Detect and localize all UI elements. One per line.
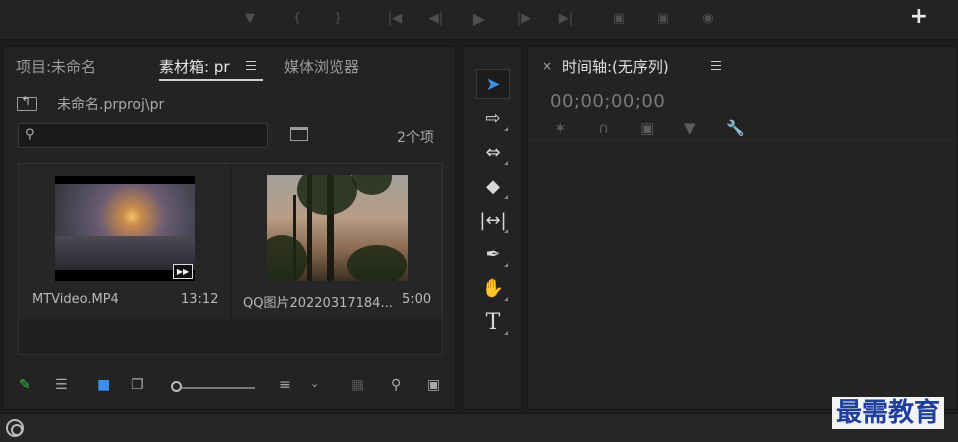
timeline-divider — [528, 139, 957, 140]
step-back-icon[interactable]: ◀| — [426, 10, 446, 26]
overwrite-icon[interactable]: ▣ — [653, 10, 673, 26]
list-view-icon[interactable]: ☰ — [55, 377, 68, 393]
type-tool-icon[interactable]: T — [476, 307, 510, 337]
zoom-slider-knob[interactable] — [171, 381, 182, 392]
wrench-icon[interactable]: 🔧 — [726, 119, 745, 137]
hand-tool-icon[interactable]: ✋ — [476, 273, 510, 303]
search-input[interactable]: ⚲ — [18, 123, 268, 148]
zoom-slider[interactable] — [182, 387, 255, 389]
go-to-out-icon[interactable]: ▶| — [556, 10, 576, 26]
video-audio-badge-icon: ▶▶ — [173, 264, 193, 279]
close-icon[interactable]: × — [542, 59, 552, 73]
watermark: 最需教育 — [832, 397, 945, 429]
snap-icon[interactable]: ∩ — [598, 119, 609, 137]
project-bottom-toolbar: ✎ ☰ ■ ❐ ≡ ⌄ ▦ ⚲ ▣ — [17, 375, 447, 399]
project-tabs: 项目:未命名 素材箱: pr 媒体浏览器 — [3, 47, 455, 81]
bin-path: 未命名.prproj\pr — [17, 94, 165, 113]
add-button[interactable]: + — [910, 6, 928, 28]
navigate-up-icon[interactable] — [17, 94, 37, 111]
add-marker-icon[interactable]: ▼ — [684, 119, 696, 137]
marker-icon[interactable]: ▼ — [240, 10, 260, 26]
transport-bar: ▼ { } |◀ ◀| ▶ |▶ ▶| ▣ ▣ ◉ + — [0, 0, 958, 40]
bin-path-label: 未命名.prproj\pr — [57, 97, 165, 113]
media-item-duration: 13:12 — [181, 292, 219, 307]
tools-panel: ➤ ⇨ ⇔ ◆ |↔| ✒ ✋ T — [462, 46, 522, 410]
slip-tool-icon[interactable]: |↔| — [476, 205, 510, 235]
nest-icon[interactable]: ✶ — [554, 119, 567, 137]
automate-to-sequence-icon: ▦ — [351, 377, 365, 393]
track-select-tool-icon[interactable]: ⇨ — [476, 103, 510, 133]
panel-menu-icon[interactable] — [246, 61, 256, 70]
tab-project[interactable]: 项目:未命名 — [16, 56, 96, 77]
media-item-duration: 5:00 — [402, 292, 432, 307]
timeline-title: 时间轴:(无序列) — [562, 58, 669, 76]
timecode-display[interactable]: 00;00;00;00 — [550, 91, 665, 112]
timeline-panel: × 时间轴:(无序列) 00;00;00;00 ✶ ∩ ▣ ▼ 🔧 — [527, 46, 958, 410]
mark-out-icon[interactable]: } — [328, 10, 348, 26]
video-thumbnail: ▶▶ — [55, 176, 195, 281]
mark-in-icon[interactable]: { — [287, 10, 307, 26]
media-item-name: MTVideo.MP4 — [32, 292, 119, 307]
pen-tool-icon[interactable]: ✒ — [476, 239, 510, 269]
step-forward-icon[interactable]: |▶ — [514, 10, 534, 26]
pencil-icon[interactable]: ✎ — [19, 377, 31, 393]
razor-tool-icon[interactable]: ◆ — [476, 171, 510, 201]
search-icon: ⚲ — [25, 127, 35, 142]
active-tab-indicator — [159, 79, 263, 81]
image-thumbnail — [267, 175, 408, 281]
chevron-down-icon[interactable]: ⌄ — [310, 377, 319, 390]
media-item-name: QQ图片20220317184... — [243, 296, 393, 311]
media-item[interactable]: ▶▶ MTVideo.MP4 13:12 — [19, 164, 230, 319]
icon-view-icon[interactable]: ■ — [97, 377, 110, 393]
linked-selection-icon[interactable]: ▣ — [640, 119, 654, 137]
play-icon[interactable]: ▶ — [469, 9, 489, 28]
export-frame-icon[interactable]: ◉ — [698, 10, 718, 26]
media-item[interactable]: QQ图片20220317184... 5:00 — [232, 164, 442, 319]
media-grid: ▶▶ MTVideo.MP4 13:12 QQ图片20220317184... … — [18, 163, 443, 355]
timeline-toolbar: ✶ ∩ ▣ ▼ 🔧 — [550, 119, 770, 139]
insert-icon[interactable]: ▣ — [609, 10, 629, 26]
creative-cloud-icon[interactable] — [6, 419, 24, 437]
item-count: 2个项 — [397, 130, 434, 146]
new-bin-icon[interactable]: ▣ — [427, 377, 440, 393]
status-bar — [0, 413, 958, 442]
project-panel: 项目:未命名 素材箱: pr 媒体浏览器 未命名.prproj\pr ⚲ 2个项… — [2, 46, 456, 410]
find-icon[interactable]: ⚲ — [391, 377, 401, 393]
panel-menu-icon[interactable] — [711, 61, 721, 70]
find-bin-icon[interactable] — [290, 127, 308, 141]
selection-tool-icon[interactable]: ➤ — [476, 69, 510, 99]
freeform-view-icon[interactable]: ❐ — [131, 377, 144, 393]
ripple-edit-tool-icon[interactable]: ⇔ — [476, 137, 510, 167]
go-to-in-icon[interactable]: |◀ — [385, 10, 405, 26]
sort-icon[interactable]: ≡ — [279, 377, 291, 393]
tab-bin[interactable]: 素材箱: pr — [159, 56, 230, 77]
tab-media-browser[interactable]: 媒体浏览器 — [284, 56, 359, 77]
